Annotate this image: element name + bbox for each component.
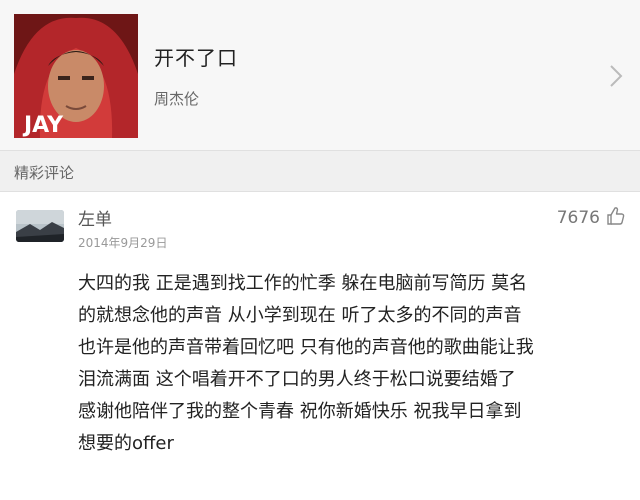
section-title: 精彩评论 xyxy=(14,164,75,182)
comments-section-header: 精彩评论 xyxy=(0,150,640,192)
comment-line: 感谢他陪伴了我的整个青春 祝你新婚快乐 祝我早日拿到 xyxy=(78,401,522,422)
album-cover-art: JAY xyxy=(14,14,138,138)
comment-username[interactable]: 左单 xyxy=(78,205,112,230)
comment-line: 大四的我 正是遇到找工作的忙季 躲在电脑前写简历 莫名 xyxy=(78,273,528,294)
like-button[interactable]: 7676 xyxy=(557,206,626,230)
comment-line: 也许是他的声音带着回忆吧 只有他的声音他的歌曲能让我 xyxy=(78,337,534,358)
comment-line: 想要的offer xyxy=(78,433,174,454)
like-count: 7676 xyxy=(556,208,600,228)
album-cover-text: JAY xyxy=(22,113,64,138)
chevron-right-icon[interactable] xyxy=(606,62,626,90)
avatar[interactable] xyxy=(16,210,64,242)
album-cover: JAY xyxy=(14,14,138,138)
comment-date: 2014年9月29日 xyxy=(78,236,168,250)
song-artist[interactable]: 周杰伦 xyxy=(154,88,199,109)
thumb-up-icon[interactable] xyxy=(606,206,626,230)
comment-line: 的就想念他的声音 从小学到现在 听了太多的不同的声音 xyxy=(78,305,522,326)
comment-line: 泪流满面 这个唱着开不了口的男人终于松口说要结婚了 xyxy=(78,369,516,390)
song-card[interactable]: JAY 开不了口 周杰伦 xyxy=(0,0,640,150)
song-title[interactable]: 开不了口 xyxy=(154,42,238,71)
comment-body: 大四的我 正是遇到找工作的忙季 躲在电脑前写简历 莫名 的就想念他的声音 从小学… xyxy=(78,268,638,460)
